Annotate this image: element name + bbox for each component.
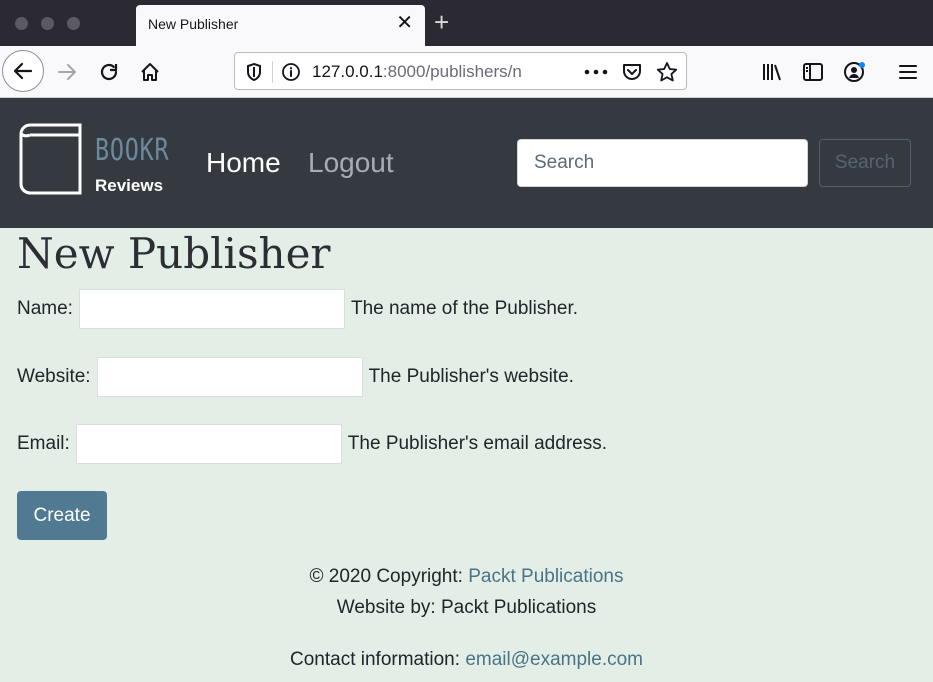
forward-icon <box>58 64 76 80</box>
search-button[interactable]: Search <box>819 139 911 187</box>
email-help-text: The Publisher's email address. <box>347 433 607 454</box>
contact-email-link[interactable]: email@example.com <box>465 649 643 670</box>
url-bar[interactable]: 127.0.0.1:8000/publishers/n <box>234 52 687 90</box>
reload-icon <box>100 63 118 81</box>
url-separator <box>272 61 273 83</box>
info-icon[interactable] <box>281 62 301 82</box>
pocket-icon[interactable] <box>621 61 643 83</box>
tab-title: New Publisher <box>148 16 239 32</box>
form-row-name: Name: The name of the Publisher. <box>17 289 578 329</box>
footer-copyright: © 2020 Copyright: Packt Publications <box>0 566 933 588</box>
home-button[interactable] <box>138 60 162 84</box>
new-tab-icon[interactable]: + <box>434 8 449 36</box>
contact-text: Contact information: <box>290 649 466 670</box>
url-host: 127.0.0.1 <box>312 62 383 81</box>
back-button[interactable] <box>2 50 44 92</box>
form-row-email: Email: The Publisher's email address. <box>17 424 607 464</box>
search-input[interactable] <box>517 139 808 187</box>
create-button[interactable]: Create <box>17 491 107 540</box>
website-field[interactable] <box>96 357 363 397</box>
name-field[interactable] <box>78 289 345 329</box>
website-label: Website: <box>17 366 91 387</box>
url-text[interactable]: 127.0.0.1:8000/publishers/n <box>312 62 526 82</box>
star-icon[interactable] <box>656 61 678 83</box>
brand-subtitle[interactable]: Reviews <box>95 176 163 196</box>
more-icon[interactable] <box>584 68 608 76</box>
site-navbar: BOOKR Reviews Home Logout Search <box>0 98 933 228</box>
sidebar-button[interactable] <box>801 60 825 84</box>
footer-website-by: Website by: Packt Publications <box>336 597 597 618</box>
website-help-text: The Publisher's website. <box>368 366 574 387</box>
browser-toolbar: 127.0.0.1:8000/publishers/n <box>0 46 933 98</box>
nav-link-home[interactable]: Home <box>206 147 281 179</box>
book-logo-icon[interactable] <box>18 122 84 200</box>
window-zoom-dot[interactable] <box>67 17 80 30</box>
sidebar-icon <box>803 63 823 81</box>
brand-name[interactable]: BOOKR <box>95 134 169 168</box>
account-icon <box>844 62 865 82</box>
name-label: Name: <box>17 298 73 319</box>
window-minimize-dot[interactable] <box>41 17 54 30</box>
email-field[interactable] <box>75 424 342 464</box>
tab-close-icon[interactable]: ✕ <box>396 11 413 35</box>
footer-contact: Contact information: email@example.com <box>0 649 933 671</box>
back-icon <box>13 62 33 80</box>
browser-tab[interactable]: New Publisher ✕ <box>136 5 425 46</box>
account-button[interactable] <box>842 59 868 85</box>
forward-button[interactable] <box>55 60 79 84</box>
library-button[interactable] <box>760 60 784 84</box>
menu-icon <box>899 65 917 79</box>
shield-icon[interactable] <box>245 62 263 82</box>
copyright-link[interactable]: Packt Publications <box>468 566 623 587</box>
form-row-website: Website: The Publisher's website. <box>17 357 574 397</box>
email-label: Email: <box>17 433 70 454</box>
page-title: New Publisher <box>17 229 331 278</box>
window-close-dot[interactable] <box>15 17 28 30</box>
url-path: :8000/publishers/n <box>382 62 522 81</box>
library-icon <box>763 64 781 81</box>
nav-link-logout[interactable]: Logout <box>308 147 394 179</box>
menu-button[interactable] <box>896 60 920 84</box>
copyright-text: © 2020 Copyright: <box>309 566 469 587</box>
browser-tab-bar: New Publisher ✕ + <box>0 0 933 46</box>
reload-button[interactable] <box>97 60 121 84</box>
name-help-text: The name of the Publisher. <box>350 298 579 319</box>
home-icon <box>141 63 159 81</box>
